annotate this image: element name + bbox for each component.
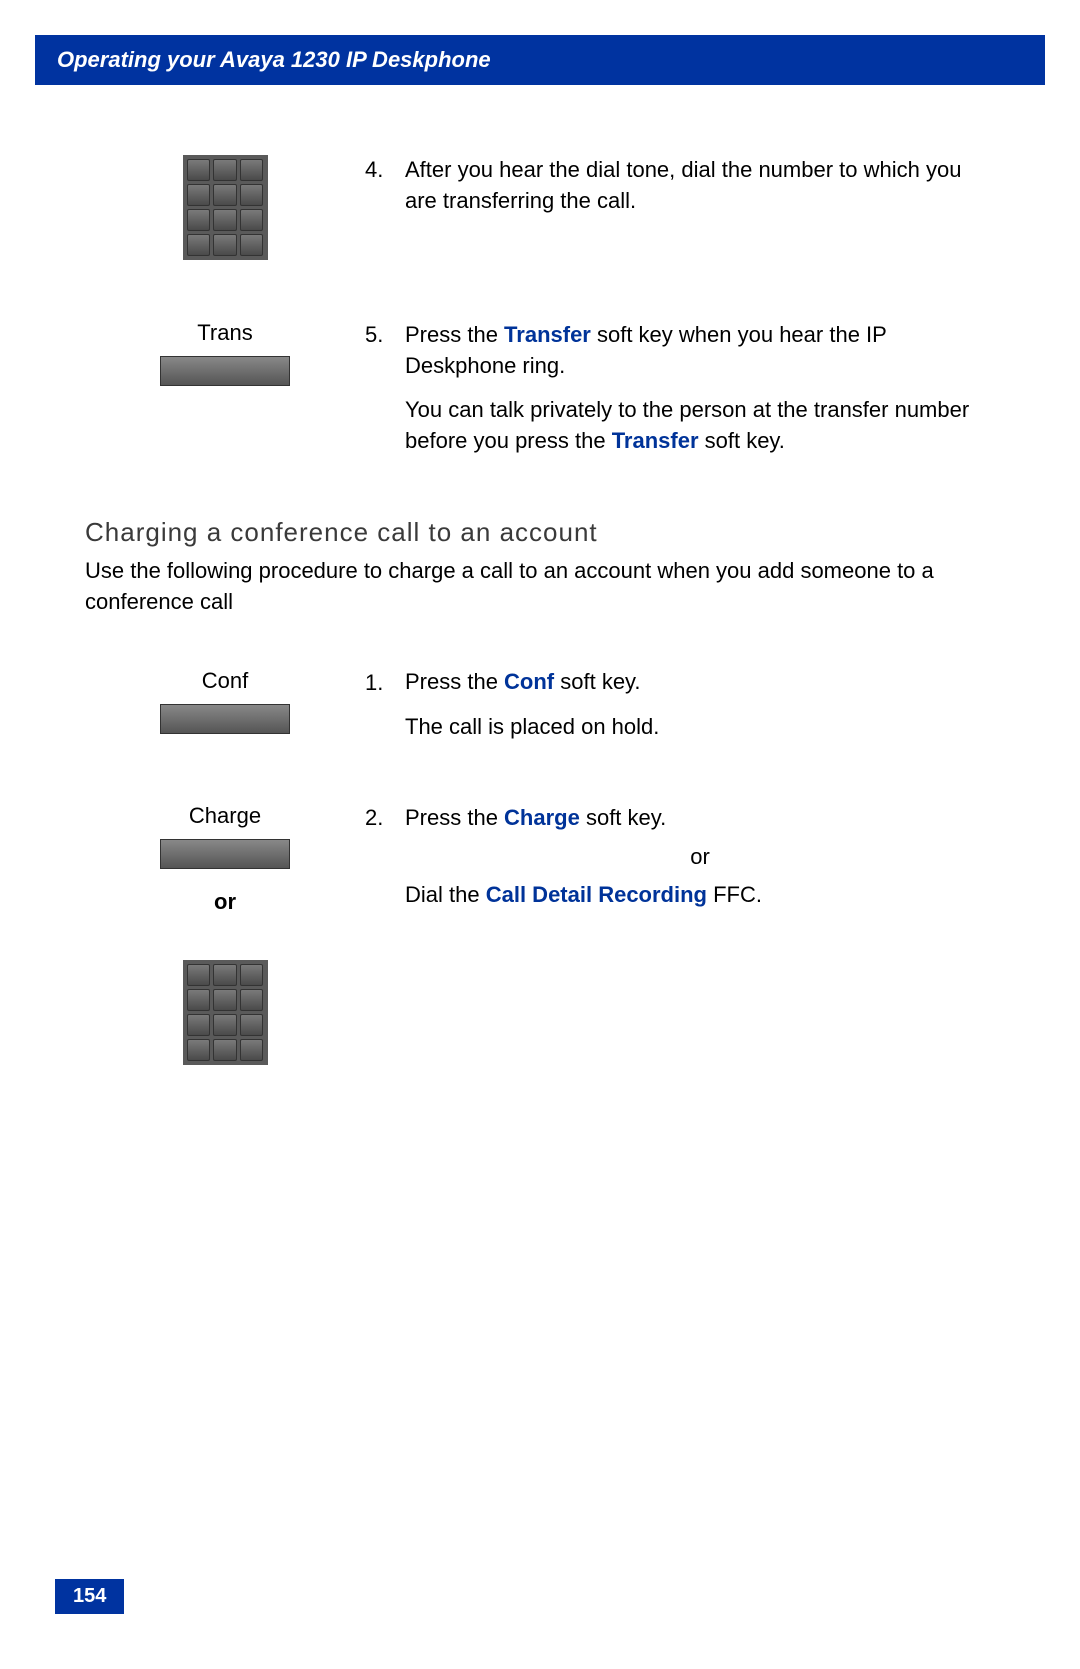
step2-para-c: FFC. — [707, 882, 762, 907]
trans-label: Trans — [197, 320, 252, 346]
step1-text: 1. Press the Conf soft key. The call is … — [365, 668, 995, 743]
keypad-key — [240, 964, 264, 986]
keypad-key — [213, 1014, 237, 1036]
keypad-key — [213, 1039, 237, 1061]
step5-para-c: soft key. — [699, 428, 785, 453]
step2-text: 2. Press the Charge soft key. or Dial th… — [365, 803, 995, 911]
conf-label: Conf — [202, 668, 248, 694]
step5-text-a: Press the — [405, 322, 504, 347]
keypad-key — [187, 989, 211, 1011]
keypad-key — [240, 209, 264, 231]
softkey-button-icon — [160, 839, 290, 869]
step5-para: You can talk privately to the person at … — [365, 395, 995, 457]
step4-text: 4. After you hear the dial tone, dial th… — [365, 155, 995, 216]
keypad-key — [187, 1039, 211, 1061]
softkey-button-icon — [160, 704, 290, 734]
charge-label: Charge — [189, 803, 261, 829]
keypad-key — [187, 184, 211, 206]
step2-number: 2. — [365, 803, 393, 834]
keypad-key — [187, 964, 211, 986]
keypad-key — [187, 159, 211, 181]
section-heading: Charging a conference call to an account — [85, 517, 995, 548]
step5-transfer-1: Transfer — [504, 322, 591, 347]
keypad-key — [213, 234, 237, 256]
keypad-key — [240, 1014, 264, 1036]
section-intro: Use the following procedure to charge a … — [85, 556, 995, 618]
header-title: Operating your Avaya 1230 IP Deskphone — [57, 47, 491, 72]
step1-conf: Conf — [504, 669, 554, 694]
content-area: 4. After you hear the dial tone, dial th… — [55, 85, 1025, 1065]
step2-para-a: Dial the — [405, 882, 486, 907]
step2-or: or — [365, 842, 995, 873]
keypad-key — [187, 234, 211, 256]
keypad-key — [187, 1014, 211, 1036]
step-row-4: 4. After you hear the dial tone, dial th… — [85, 155, 995, 260]
step5-body: Press the Transfer soft key when you hea… — [365, 320, 995, 382]
keypad-icon — [183, 155, 268, 260]
icon-col-keypad-1 — [85, 155, 365, 260]
step2-text-a: Press the — [405, 805, 504, 830]
step5-transfer-2: Transfer — [612, 428, 699, 453]
step4-body: After you hear the dial tone, dial the n… — [365, 155, 995, 217]
keypad-key — [240, 184, 264, 206]
keypad-key — [213, 964, 237, 986]
step-row-2: Charge or 2 — [85, 803, 995, 1065]
step5-text: 5. Press the Transfer soft key when you … — [365, 320, 995, 457]
icon-col-charge: Charge or — [85, 803, 365, 1065]
header-bar: Operating your Avaya 1230 IP Deskphone — [35, 35, 1045, 85]
keypad-key — [240, 989, 264, 1011]
keypad-key — [187, 209, 211, 231]
step-row-1: Conf 1. Press the Conf soft key. The cal… — [85, 668, 995, 743]
keypad-key — [240, 234, 264, 256]
step1-text-c: soft key. — [554, 669, 640, 694]
step5-number: 5. — [365, 320, 393, 351]
step2-body: Press the Charge soft key. — [365, 803, 995, 834]
keypad-key — [213, 159, 237, 181]
step2-text-c: soft key. — [580, 805, 666, 830]
keypad-key — [213, 989, 237, 1011]
step2-para: Dial the Call Detail Recording FFC. — [365, 880, 995, 911]
keypad-icon — [183, 960, 268, 1065]
keypad-key — [213, 209, 237, 231]
step2-cdr: Call Detail Recording — [486, 882, 707, 907]
icon-col-trans: Trans — [85, 320, 365, 386]
step1-para: The call is placed on hold. — [365, 712, 995, 743]
keypad-key — [213, 184, 237, 206]
softkey-button-icon — [160, 356, 290, 386]
or-label: or — [214, 889, 236, 915]
keypad-key — [240, 159, 264, 181]
keypad-key — [240, 1039, 264, 1061]
step2-charge: Charge — [504, 805, 580, 830]
icon-col-conf: Conf — [85, 668, 365, 734]
page-number: 154 — [55, 1579, 124, 1614]
step4-number: 4. — [365, 155, 393, 186]
step1-body: Press the Conf soft key. — [365, 667, 995, 698]
step1-number: 1. — [365, 668, 393, 699]
step1-text-a: Press the — [405, 669, 504, 694]
step-row-5: Trans 5. Press the Transfer soft key whe… — [85, 320, 995, 457]
